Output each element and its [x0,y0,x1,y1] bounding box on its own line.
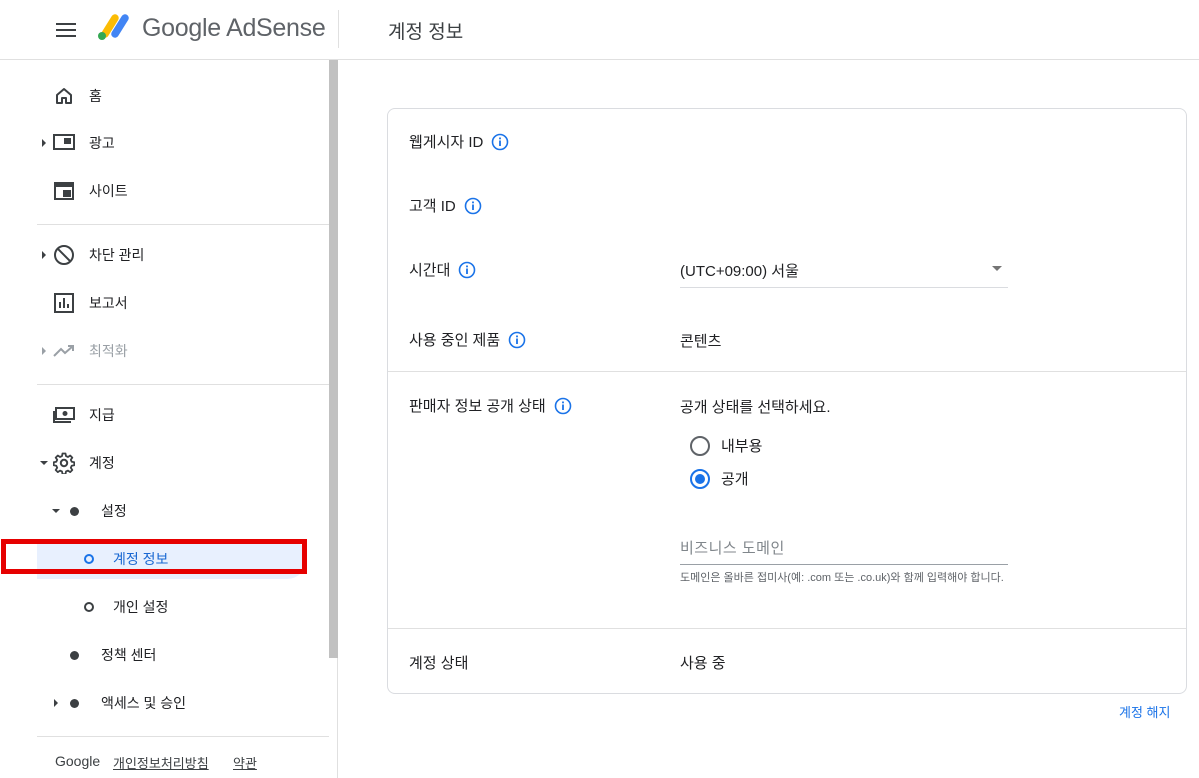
caret-down-icon[interactable] [40,459,48,467]
card-divider [388,371,1186,372]
seller-info-row: 판매자 정보 공개 상태 [409,395,572,416]
sidebar-item-payments[interactable]: 지급 [0,395,329,435]
domain-hint-text: 도메인은 올바른 접미사(예: .com 또는 .co.uk)와 함께 입력해야… [680,572,1004,584]
caret-right-icon[interactable] [40,347,48,355]
payments-icon [53,404,75,426]
publisher-id-row: 웹게시자 ID [409,131,509,152]
sidebar-item-label: 광고 [89,135,115,151]
ring-bullet-icon [84,554,94,564]
bullet-icon [70,506,79,516]
products-label: 사용 중인 제품 [409,332,501,349]
radio-public-option[interactable]: 공개 [690,468,749,489]
bar-chart-icon [53,292,75,314]
sidebar-scrollbar[interactable] [329,60,338,658]
home-icon [53,85,75,107]
bullet-icon [70,650,79,660]
close-account-link[interactable]: 계정 해지 [1119,702,1170,721]
sidebar-item-label: 차단 관리 [89,247,145,263]
sidebar-item-home[interactable]: 홈 [0,76,329,116]
account-status-label: 계정 상태 [409,655,469,672]
customer-id-label: 고객 ID [409,198,456,215]
sidebar-item-blocking[interactable]: 차단 관리 [0,235,329,275]
gear-icon [53,452,75,474]
brand-name: Google AdSense [142,14,326,42]
terms-link[interactable]: 약관 [233,753,257,772]
account-status-row: 계정 상태 [409,652,468,673]
products-row: 사용 중인 제품 [409,329,526,350]
timezone-value: (UTC+09:00) 서울 [680,263,799,280]
page-title: 계정 정보 [388,22,464,43]
publisher-id-label: 웹게시자 ID [409,134,484,151]
top-app-bar: Google AdSense 계정 정보 [0,0,1199,60]
footer-google-text: Google [55,753,101,769]
sidebar-divider [37,224,329,225]
sidebar-item-account[interactable]: 계정 [0,443,329,483]
sidebar-item-policy-center[interactable]: 정책 센터 [0,635,329,675]
account-status-value: 사용 중 [680,655,726,672]
block-icon [53,244,75,266]
info-icon[interactable] [508,331,526,349]
sidebar-item-settings[interactable]: 설정 [0,491,329,531]
timezone-select[interactable]: (UTC+09:00) 서울 [680,254,1008,288]
hamburger-menu-icon [56,23,76,37]
sidebar-item-label: 설정 [101,503,127,519]
card-divider [388,628,1186,629]
radio-label: 내부용 [721,438,763,455]
sidebar-item-label: 보고서 [89,295,128,311]
sidebar-item-sites[interactable]: 사이트 [0,171,329,211]
ads-icon [53,132,75,154]
sidebar-item-personal-settings[interactable]: 개인 설정 [0,587,329,627]
info-icon[interactable] [464,197,482,215]
account-info-card: 웹게시자 ID 고객 ID 시간대 (UTC+09:00) 서울 사용 중인 제… [387,108,1187,694]
trending-up-icon [53,340,75,362]
radio-button[interactable] [690,435,710,456]
caret-right-icon[interactable] [40,139,48,147]
sidebar-divider [37,384,329,385]
privacy-policy-link[interactable]: 개인정보처리방침 [113,753,209,772]
sidebar-item-account-info[interactable]: 계정 정보 [37,539,307,579]
sidebar-item-label: 정책 센터 [101,647,157,663]
header-divider [338,10,339,48]
bullet-icon [70,698,79,708]
sidebar-item-label: 개인 설정 [113,599,169,615]
main-menu-button[interactable] [52,16,80,44]
timezone-row: 시간대 [409,259,476,280]
ring-bullet-icon [84,602,94,612]
caret-right-icon[interactable] [40,251,48,259]
sidebar-item-label: 액세스 및 승인 [101,695,187,711]
seller-prompt: 공개 상태를 선택하세요. [680,399,831,416]
dropdown-arrow-icon [992,266,1002,271]
sidebar-nav: 홈 광고 사이트 차단 관리 보고서 최적화 지급 계정 설정 계정 정보 개인… [0,60,338,778]
sites-icon [53,180,75,202]
sidebar-item-label: 계정 [89,455,115,471]
customer-id-row: 고객 ID [409,195,482,216]
sidebar-item-label: 최적화 [89,343,128,359]
info-icon[interactable] [491,133,509,151]
sidebar-item-label: 계정 정보 [113,551,169,567]
business-domain-input[interactable] [680,533,1008,565]
sidebar-item-optimization[interactable]: 최적화 [0,331,329,371]
sidebar-item-reports[interactable]: 보고서 [0,283,329,323]
radio-button-checked[interactable] [690,468,710,489]
sidebar-footer: Google 개인정보처리방침 약관 [37,736,329,778]
adsense-logo-icon [98,14,129,40]
sidebar-item-access[interactable]: 액세스 및 승인 [0,683,329,723]
info-icon[interactable] [458,261,476,279]
caret-right-icon[interactable] [52,699,60,707]
radio-label: 공개 [721,471,749,488]
info-icon[interactable] [554,397,572,415]
sidebar-item-ads[interactable]: 광고 [0,123,329,163]
sidebar-item-label: 홈 [89,88,102,104]
caret-down-icon[interactable] [52,507,60,515]
sidebar-item-label: 사이트 [89,183,128,199]
radio-internal-option[interactable]: 내부용 [690,435,762,456]
sidebar-item-label: 지급 [89,407,115,423]
products-value: 콘텐츠 [680,333,722,350]
seller-info-label: 판매자 정보 공개 상태 [409,398,546,415]
timezone-label: 시간대 [409,262,451,279]
